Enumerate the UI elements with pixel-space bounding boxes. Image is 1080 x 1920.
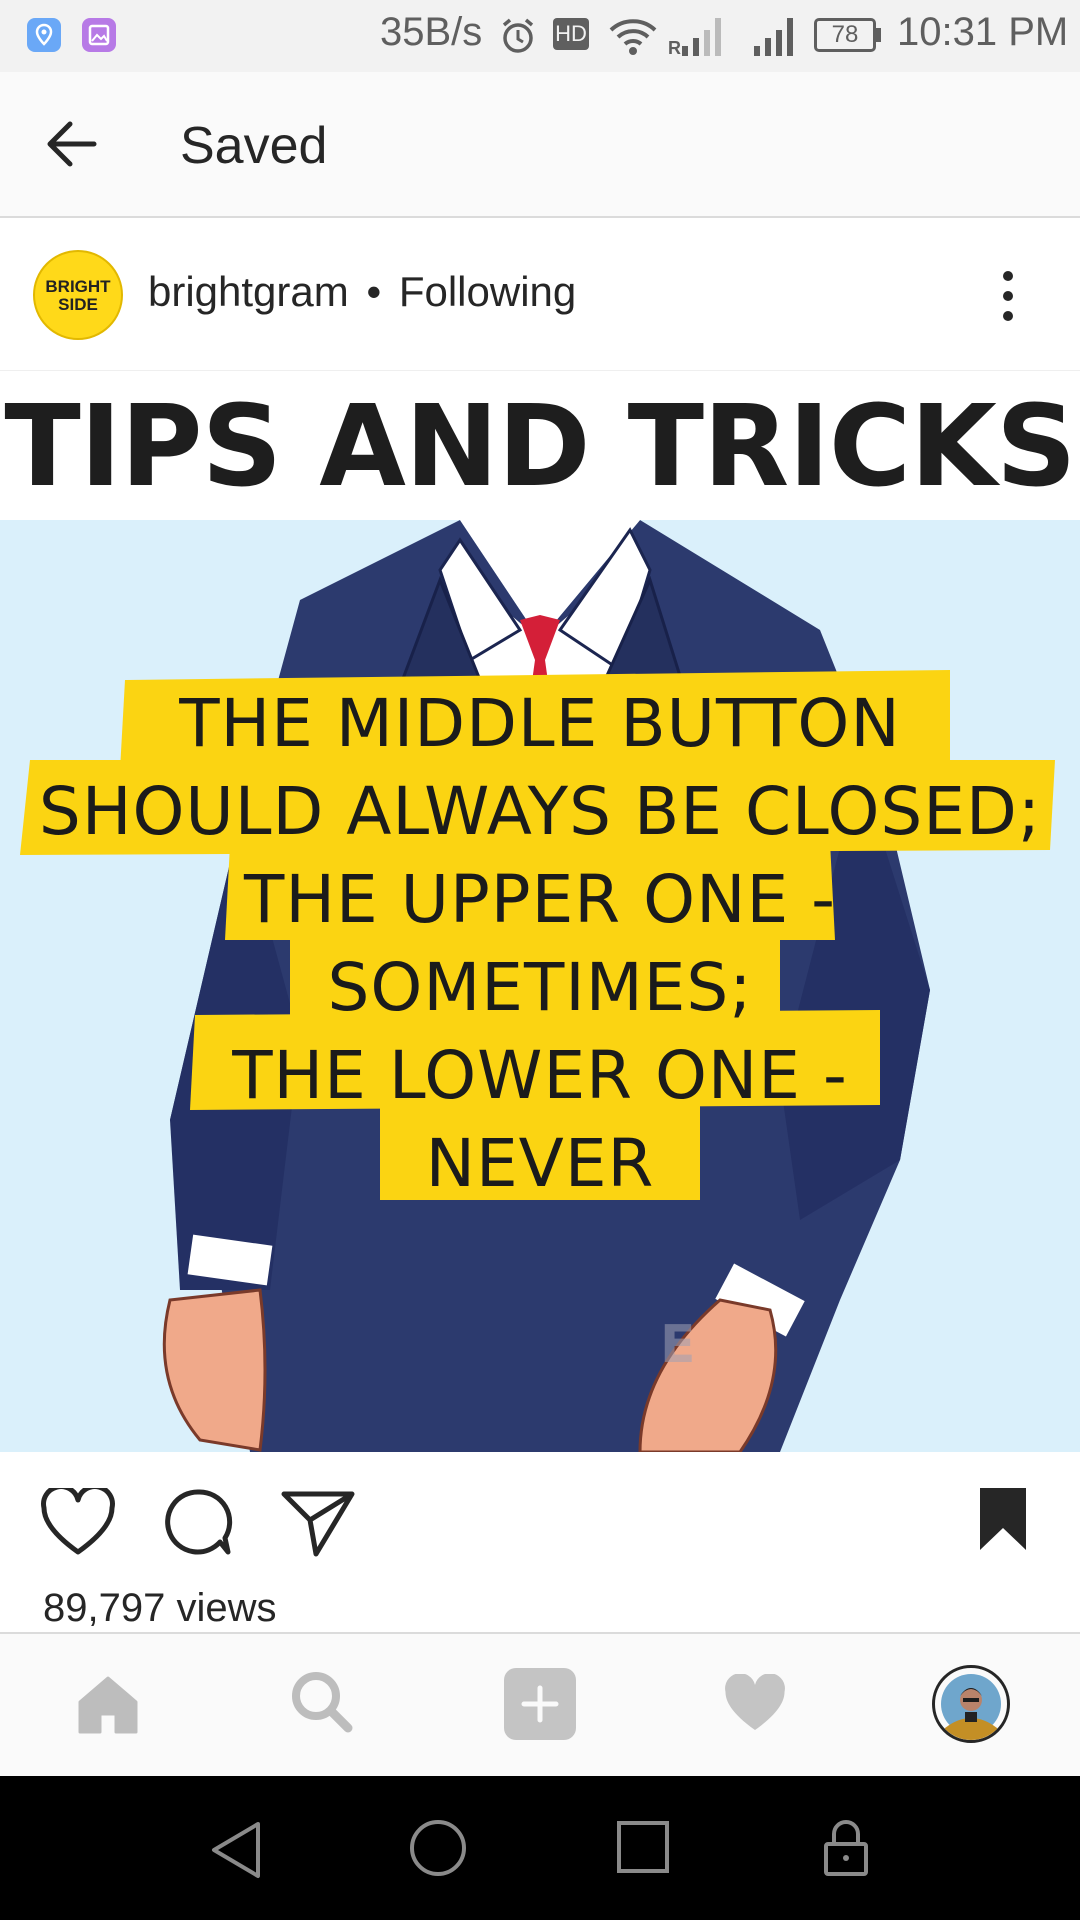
home-circle-icon[interactable] (408, 1818, 468, 1883)
app-header: Saved (0, 72, 1080, 218)
view-count[interactable]: 89,797 views (43, 1586, 276, 1631)
home-icon[interactable] (76, 1672, 140, 1741)
illustration: THE MIDDLE BUTTON SHOULD ALWAYS BE CLOSE… (0, 520, 1080, 1452)
more-vertical-icon[interactable] (992, 268, 1024, 329)
send-icon[interactable] (280, 1488, 356, 1563)
system-nav-bar (0, 1776, 1080, 1920)
username-link[interactable]: brightgram (148, 268, 349, 315)
post-author: brightgram • Following (148, 268, 576, 316)
gallery-app-icon (82, 18, 116, 52)
avatar-text-line1: BRIGHT (45, 277, 111, 296)
heart-icon[interactable] (40, 1484, 116, 1561)
follow-status[interactable]: Following (399, 268, 576, 315)
post-header: BRIGHT SIDE brightgram • Following (0, 218, 1080, 371)
post-image[interactable]: TIPS AND TRICKS THE MIDDLE BUTTON SHOULD… (0, 372, 1080, 1452)
recents-icon[interactable] (616, 1820, 670, 1879)
location-app-icon (27, 18, 61, 52)
avatar-text-line2: SIDE (58, 295, 98, 314)
caption-line-1: THE MIDDLE BUTTON (179, 685, 901, 762)
arrow-left-icon[interactable] (42, 114, 102, 179)
status-bar: 35B/s HD R 78 10:31 PM (0, 0, 1080, 72)
comment-icon[interactable] (162, 1486, 234, 1563)
watermark: E (660, 1315, 696, 1375)
add-icon[interactable] (504, 1668, 576, 1740)
lock-icon[interactable] (822, 1818, 870, 1883)
back-icon[interactable] (208, 1820, 264, 1885)
alarm-icon (498, 16, 538, 61)
signal-icon (752, 14, 800, 63)
clock: 10:31 PM (897, 10, 1069, 54)
post-actions: 89,797 views (0, 1452, 1080, 1632)
separator-dot: • (366, 268, 382, 315)
caption-line-6: NEVER (425, 1125, 655, 1202)
profile-avatar[interactable]: BRIGHT SIDE (33, 250, 123, 340)
bottom-nav (0, 1632, 1080, 1778)
caption-line-2: SHOULD ALWAYS BE CLOSED; (38, 773, 1042, 850)
image-heading-area: TIPS AND TRICKS (0, 372, 1080, 520)
bookmark-icon[interactable] (978, 1486, 1028, 1557)
activity-heart-icon[interactable] (722, 1673, 788, 1739)
page-title: Saved (180, 117, 328, 175)
network-speed: 35B/s (380, 10, 483, 54)
caption-line-3: THE UPPER ONE - (244, 861, 836, 938)
search-icon[interactable] (290, 1670, 354, 1739)
profile-avatar[interactable] (932, 1665, 1010, 1743)
image-heading: TIPS AND TRICKS (4, 382, 1076, 512)
battery-icon: 78 (814, 18, 876, 52)
battery-level: 78 (831, 21, 859, 48)
image-caption: THE MIDDLE BUTTON SHOULD ALWAYS BE CLOSE… (0, 668, 1080, 1208)
wifi-icon (608, 16, 658, 61)
caption-line-5: THE LOWER ONE - (232, 1037, 848, 1114)
caption-line-4: SOMETIMES; (327, 949, 753, 1026)
battery-tip (876, 28, 881, 42)
hd-badge: HD (553, 18, 589, 50)
signal-roaming-icon (680, 14, 728, 63)
